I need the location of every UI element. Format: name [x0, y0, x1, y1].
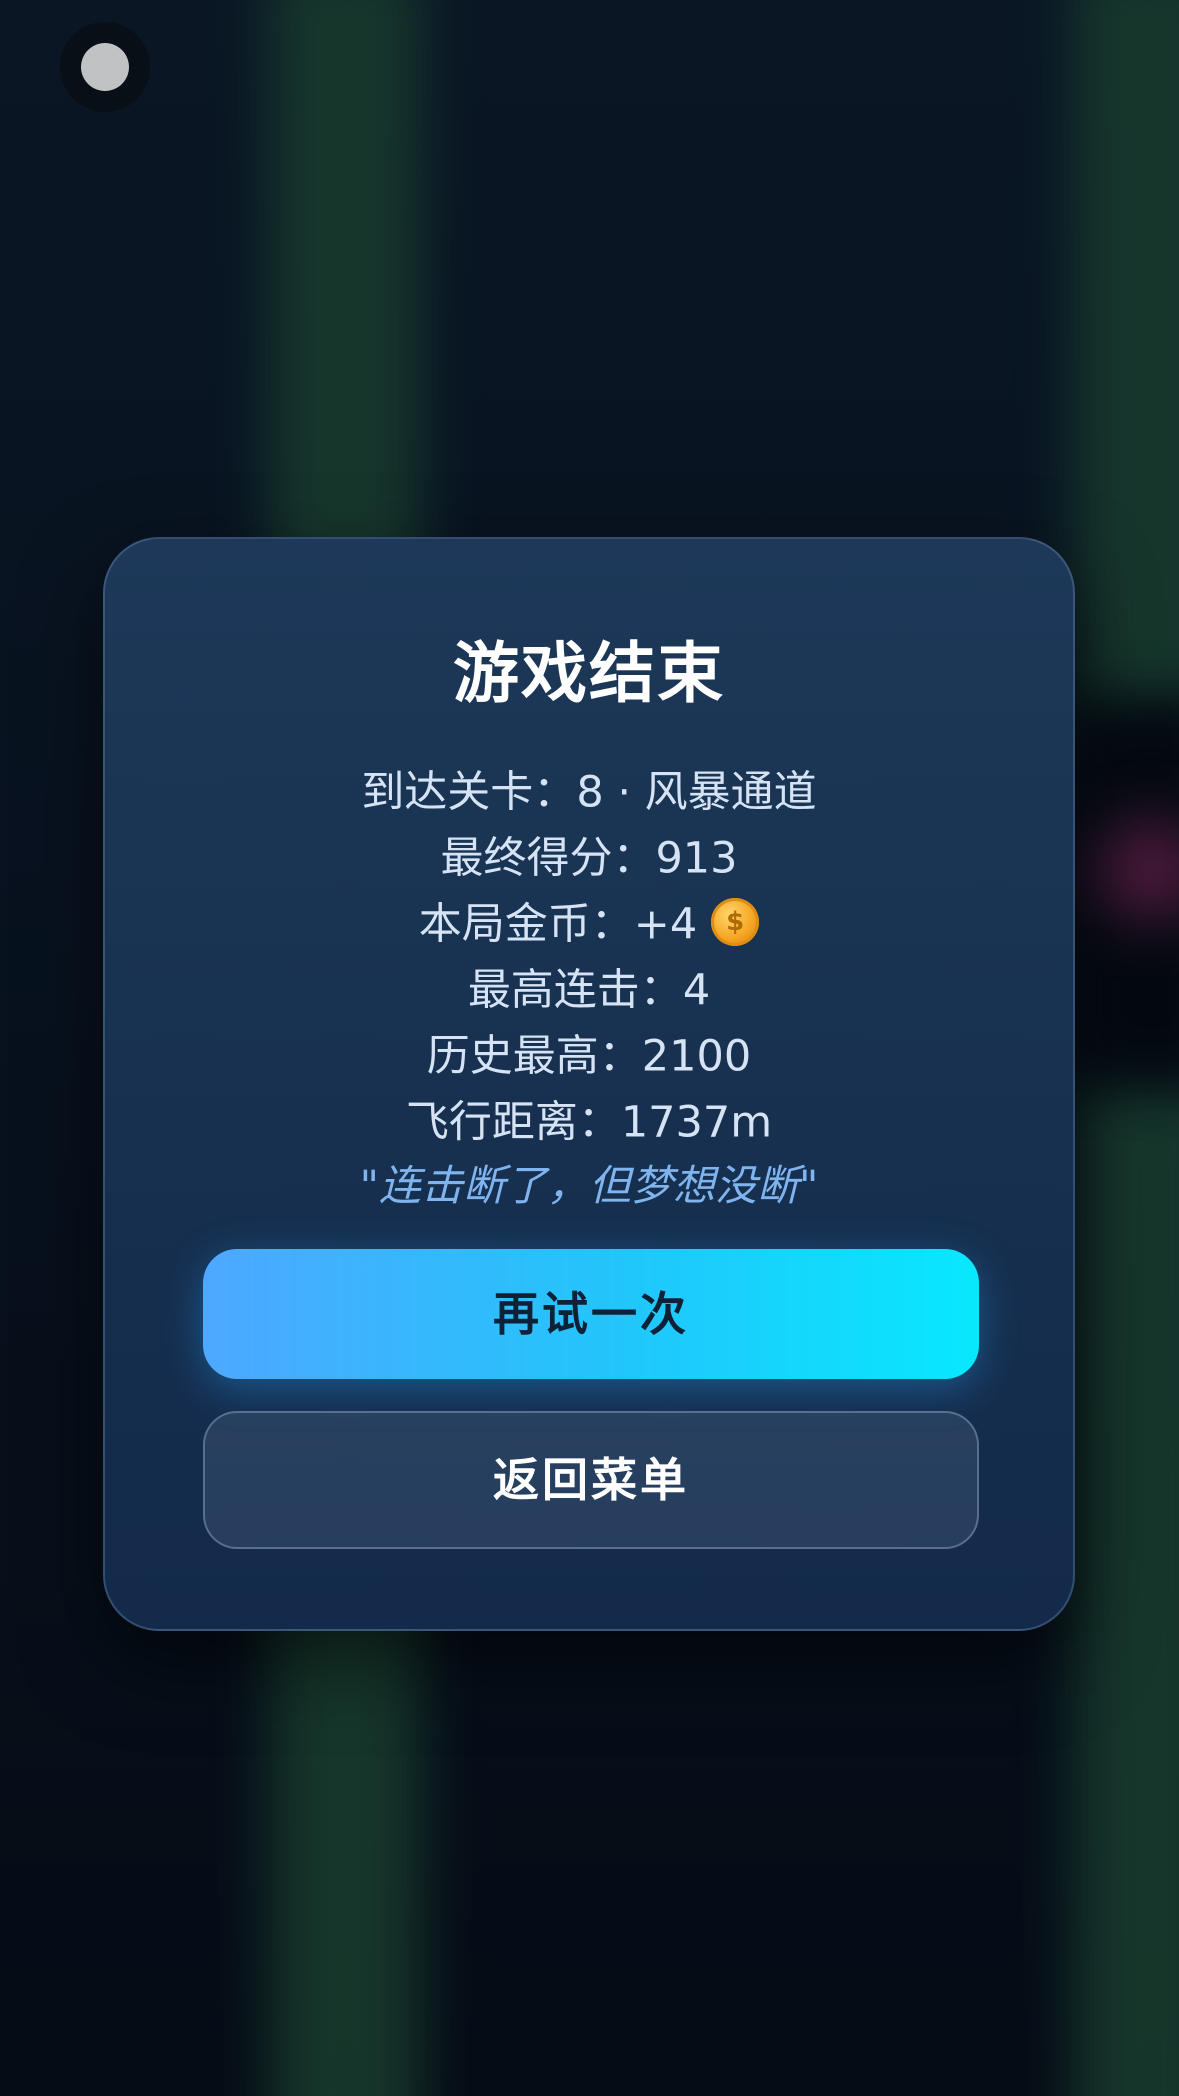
stat-level: 到达关卡：8 · 风暴通道 — [105, 757, 1073, 823]
retry-button[interactable]: 再试一次 — [203, 1249, 979, 1379]
stat-value: +4 — [633, 899, 698, 950]
stat-max-combo: 最高连击：4 — [105, 955, 1073, 1021]
back-to-menu-button[interactable]: 返回菜单 — [203, 1411, 979, 1549]
stat-label: 最终得分： — [440, 833, 656, 884]
modal-title: 游戏结束 — [453, 635, 725, 712]
game-over-modal: 游戏结束 到达关卡：8 · 风暴通道 最终得分：913 本局金币：+4 最高连击… — [103, 537, 1075, 1631]
stat-final-score: 最终得分：913 — [105, 823, 1073, 889]
stat-label: 本局金币： — [418, 899, 634, 950]
stat-value: 913 — [655, 833, 738, 884]
stat-value: 8 · 风暴通道 — [576, 767, 817, 818]
stat-value: 2100 — [641, 1031, 752, 1082]
stat-best-score: 历史最高：2100 — [105, 1021, 1073, 1087]
stat-label: 最高连击： — [467, 965, 683, 1016]
stats-list: 到达关卡：8 · 风暴通道 最终得分：913 本局金币：+4 最高连击：4 历史… — [105, 757, 1073, 1219]
stat-distance: 飞行距离：1737m — [105, 1087, 1073, 1153]
coin-icon — [711, 897, 760, 946]
stat-value: 1737m — [620, 1097, 773, 1148]
stat-label: 历史最高： — [426, 1031, 642, 1082]
stat-label: 到达关卡： — [361, 767, 577, 818]
motivational-quote: "连击断了，但梦想没断" — [359, 1161, 819, 1210]
stat-coins: 本局金币：+4 — [105, 889, 1073, 955]
stat-label: 飞行距离： — [405, 1097, 621, 1148]
stat-value: 4 — [682, 965, 711, 1016]
